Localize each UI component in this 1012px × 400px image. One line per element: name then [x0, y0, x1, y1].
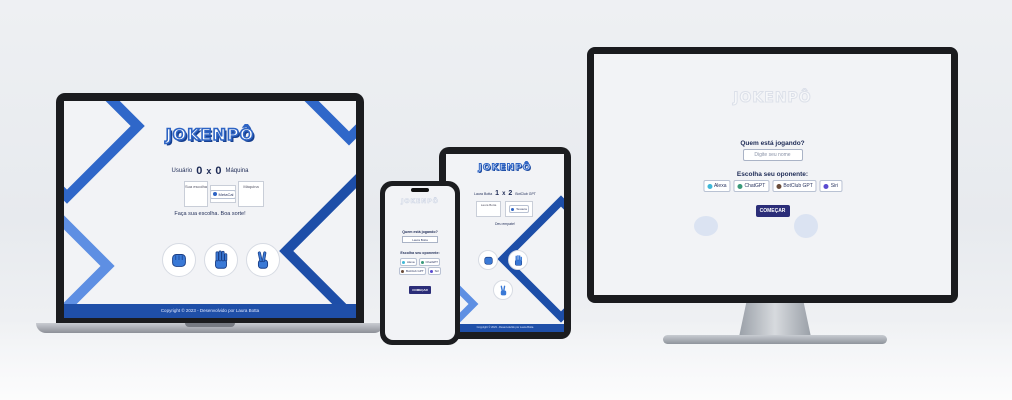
result-text: Deu empate! — [494, 222, 516, 226]
opponent-options: Alexa ChatGPT BotClub GPT Siri — [702, 180, 843, 192]
player-name-input[interactable]: Laura Botta — [402, 236, 438, 243]
tablet-game-screen: JOKENPÔ Laura Botta 1 x 2 BotClub GPT La… — [446, 154, 564, 332]
laptop-game-screen: JOKENPÔ Usuário 0 x 0 Máquina Sua escolh… — [64, 101, 356, 318]
scoreboard: Laura Botta 1 x 2 BotClub GPT — [474, 190, 536, 197]
opponent-options: Alexa ChatGPT — [399, 258, 441, 266]
opponent-botclub[interactable]: BotClub GPT — [398, 267, 426, 275]
score-separator: x — [502, 190, 506, 197]
monitor-setup-screen: JOKENPÔ Quem está jogando? Digite seu no… — [594, 54, 951, 295]
machine-label: Máquina — [225, 168, 249, 174]
user-name: Laura Botta — [474, 191, 493, 196]
opponent-box: MetaCal — [210, 185, 236, 203]
user-score: 1 — [495, 190, 500, 197]
alexa-icon — [401, 260, 405, 264]
player-name-input[interactable]: Digite seu nome — [742, 149, 803, 161]
opponent-alexa[interactable]: Alexa — [702, 180, 731, 192]
opponent-chatgpt[interactable]: ChatGPT — [418, 258, 441, 266]
scissors-button[interactable] — [493, 280, 513, 300]
scissors-hand-icon — [257, 251, 269, 269]
opponent-label: Siri — [434, 269, 440, 273]
machine-choice-box: Tesoura — [505, 201, 533, 217]
opponent-name: BotClub GPT — [515, 191, 536, 196]
choose-opponent-label: Escolha seu oponente: — [736, 171, 809, 178]
score-separator: x — [206, 166, 212, 176]
phone-camera — [411, 188, 429, 192]
blue-decoration — [64, 101, 145, 204]
machine-choice-tag: Tesoura — [509, 205, 529, 213]
opponent-avatar-icon — [212, 192, 217, 196]
machine-choice-label: Máquina — [243, 184, 259, 189]
scissors-hand-icon — [500, 285, 506, 295]
footer: Copyright © 2023 - Desenvolvido por Laur… — [446, 324, 564, 332]
opponent-options: BotClub GPT Siri — [398, 267, 442, 275]
monitor-stand-neck — [739, 303, 811, 337]
botclub-icon — [400, 269, 404, 273]
opponent-siri[interactable]: Siri — [819, 180, 843, 192]
blue-decoration — [279, 166, 356, 318]
monitor-stand-foot — [663, 335, 887, 344]
alexa-icon — [706, 183, 712, 189]
user-label: Usuário — [171, 168, 193, 174]
blue-decoration — [299, 101, 356, 146]
rock-hand-icon — [483, 256, 493, 265]
scoreboard: Usuário 0 x 0 Máquina — [172, 165, 249, 177]
who-is-playing-label: Quem está jogando? — [740, 140, 805, 147]
opponent-siri[interactable]: Siri — [427, 267, 442, 275]
start-button[interactable]: COMEÇAR — [409, 286, 431, 294]
user-choice-box: Laura Botta — [476, 201, 501, 217]
opponent-label: BotClub GPT — [783, 183, 813, 189]
opponent-label: Siri — [830, 183, 839, 189]
user-choice-box: Sua escolha — [184, 181, 208, 207]
opponent-label: Alexa — [406, 260, 415, 264]
siri-icon — [823, 183, 829, 189]
app-logo: JOKENPÔ — [401, 198, 439, 206]
phone-setup-screen: JOKENPÔ Quem está jogando? Laura Botta E… — [385, 186, 455, 340]
prompt-text: Faça sua escolha. Boa sorte! — [174, 211, 246, 217]
opponent-label: ChatGPT — [425, 260, 439, 264]
opponent-tag: MetaCal — [211, 189, 235, 199]
faded-scissors-hand-icon — [794, 214, 818, 238]
opponent-name: MetaCal — [218, 191, 234, 197]
choose-opponent-label: Escolha seu oponente: — [400, 251, 440, 255]
blue-decoration — [64, 202, 115, 318]
app-logo: JOKENPÔ — [733, 90, 812, 107]
faded-rock-hand-icon — [694, 216, 718, 236]
app-logo: JOKENPÔ — [165, 124, 255, 145]
paper-hand-icon — [514, 254, 522, 266]
opponent-label: Alexa — [713, 183, 727, 189]
user-score: 0 — [196, 165, 203, 177]
app-logo: JOKENPÔ — [478, 163, 532, 174]
user-choice-label: Sua escolha — [185, 184, 208, 189]
opponent-botclub[interactable]: BotClub GPT — [772, 180, 817, 192]
opponent-label: BotClub GPT — [405, 269, 424, 273]
paper-button[interactable] — [204, 243, 238, 277]
paper-hand-icon — [215, 250, 228, 269]
machine-choice-label: Tesoura — [516, 207, 527, 211]
opponent-alexa[interactable]: Alexa — [399, 258, 417, 266]
user-choice-label: Laura Botta — [480, 203, 497, 207]
opponent-avatar-icon — [511, 207, 515, 211]
machine-score: 0 — [215, 165, 222, 177]
opponent-label: ChatGPT — [744, 183, 766, 189]
rock-button[interactable] — [162, 243, 196, 277]
rock-button[interactable] — [478, 250, 498, 270]
scissors-button[interactable] — [246, 243, 280, 277]
paper-button[interactable] — [508, 250, 528, 270]
start-button[interactable]: COMEÇAR — [755, 205, 790, 217]
who-is-playing-label: Quem está jogando? — [402, 230, 438, 234]
footer: Copyright © 2023 - Desenvolvido por Laur… — [64, 304, 356, 318]
chatgpt-icon — [737, 183, 743, 189]
siri-icon — [429, 269, 433, 273]
chatgpt-icon — [420, 260, 424, 264]
opponent-chatgpt[interactable]: ChatGPT — [733, 180, 770, 192]
laptop-notch — [185, 323, 235, 327]
machine-choice-box: Máquina — [238, 181, 264, 207]
machine-score: 2 — [508, 190, 513, 197]
botclub-icon — [776, 183, 782, 189]
rock-hand-icon — [172, 254, 186, 267]
